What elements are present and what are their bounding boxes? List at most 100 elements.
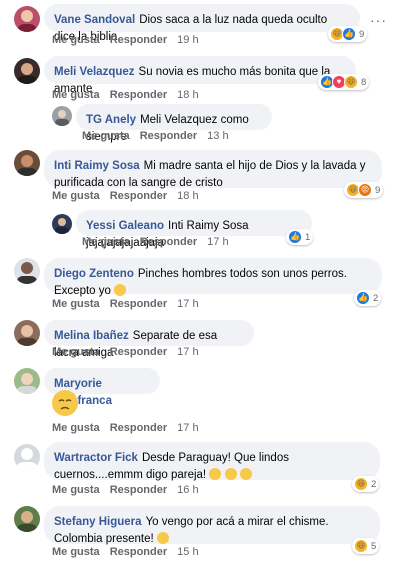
reactions-badge[interactable]: 👍 2: [354, 290, 382, 306]
avatar[interactable]: [52, 214, 72, 234]
comment-author[interactable]: Yessi Galeano: [86, 220, 164, 232]
comment-actions: Me gusta Responder 18 h: [52, 190, 209, 202]
reply-tg-anely: TG Anely Meli Velazquez como siempre Me g…: [0, 102, 400, 146]
reply-button[interactable]: Responder: [110, 422, 167, 434]
comment-actions: Me gusta Responder 17 h: [52, 298, 209, 310]
comment-bubble: TG Anely Meli Velazquez como siempre: [76, 104, 272, 143]
flexed-arm-emoji-icon: [240, 468, 253, 480]
avatar[interactable]: [14, 444, 40, 470]
comment-meli-velazquez: Meli Velazquez Su novia es mucho más boni…: [0, 54, 400, 104]
comment-author[interactable]: Wartractor Fick: [54, 452, 138, 464]
comment-bubble: Melina Ibañez Separate de esa lacra amiga: [44, 320, 254, 359]
reply-button[interactable]: Responder: [110, 89, 167, 101]
timestamp[interactable]: 18 h: [177, 89, 198, 101]
comment-author[interactable]: Stefany Higuera: [54, 516, 142, 528]
comment-bubble: Wartractor Fick Desde Paraguay! Que lindo…: [44, 442, 380, 481]
comment-actions: Me gusta Responder 19 h: [52, 34, 209, 46]
reaction-count: 1: [305, 231, 311, 243]
reply-button[interactable]: Responder: [110, 484, 167, 496]
reaction-count: 2: [371, 478, 377, 490]
like-icon: 👍: [356, 291, 370, 305]
comment-author[interactable]: TG Anely: [86, 114, 136, 126]
comment-maryorie-villafranca: Maryorie Villafranca Me gusta Responder 17…: [0, 366, 400, 436]
comment-actions: Me gusta Responder 18 h: [52, 89, 209, 101]
avatar[interactable]: [14, 506, 40, 532]
reactions-badge[interactable]: 😆 2: [352, 476, 380, 492]
comment-actions: Me gusta Responder 17 h: [52, 346, 209, 358]
reply-button[interactable]: Responder: [140, 236, 197, 248]
reply-button[interactable]: Responder: [110, 298, 167, 310]
like-button[interactable]: Me gusta: [82, 236, 130, 248]
avatar[interactable]: [14, 368, 40, 394]
comment-author[interactable]: Inti Raimy Sosa: [54, 160, 140, 172]
comment-melina-ibanez: Melina Ibañez Separate de esa lacra amiga…: [0, 318, 400, 364]
haha-icon: 😆: [344, 75, 358, 89]
comment-actions: Me gusta Responder 13 h: [82, 130, 239, 142]
avatar[interactable]: [14, 258, 40, 284]
like-button[interactable]: Me gusta: [52, 34, 100, 46]
timestamp[interactable]: 17 h: [177, 422, 198, 434]
reply-yessi-galeano: Yessi Galeano Inti Raimy Sosa jajajajajaj…: [0, 208, 400, 252]
ok-hand-emoji-icon: [224, 468, 237, 480]
reactions-badge[interactable]: 👍 ♥ 😆 8: [318, 74, 370, 90]
avatar[interactable]: [14, 320, 40, 346]
comment-author[interactable]: Melina Ibañez: [54, 330, 129, 342]
angry-icon: 😡: [358, 183, 372, 197]
timestamp[interactable]: 17 h: [177, 346, 198, 358]
reactions-badge[interactable]: 😆 😡 9: [344, 182, 384, 198]
comment-author[interactable]: Diego Zenteno: [54, 268, 134, 280]
reaction-count: 9: [359, 28, 365, 40]
timestamp[interactable]: 18 h: [177, 190, 198, 202]
avatar[interactable]: [14, 58, 40, 84]
like-button[interactable]: Me gusta: [52, 346, 100, 358]
comment-bubble: Inti Raimy Sosa Mi madre santa el hijo de…: [44, 150, 382, 189]
laughing-emoji-icon: [209, 468, 222, 480]
reply-button[interactable]: Responder: [110, 34, 167, 46]
comment-stefany-higuera: Stefany Higuera Yo vengo por acá a mirar …: [0, 504, 400, 570]
like-button[interactable]: Me gusta: [52, 484, 100, 496]
reactions-badge[interactable]: 👍 1: [286, 229, 314, 245]
reply-button[interactable]: Responder: [110, 190, 167, 202]
grimacing-emoji-icon: [157, 532, 170, 544]
timestamp[interactable]: 17 h: [177, 298, 198, 310]
smile-emoji-icon: [114, 284, 127, 296]
like-button[interactable]: Me gusta: [82, 130, 130, 142]
haha-icon: 😆: [354, 477, 368, 491]
comment-bubble: Vane Sandoval Dios saca a la luz nada que…: [44, 4, 360, 43]
reply-button[interactable]: Responder: [110, 346, 167, 358]
reply-button[interactable]: Responder: [110, 546, 167, 558]
like-button[interactable]: Me gusta: [52, 89, 100, 101]
avatar[interactable]: [52, 106, 72, 126]
comment-inti-raimy-sosa: Inti Raimy Sosa Mi madre santa el hijo de…: [0, 148, 400, 206]
timestamp[interactable]: 17 h: [207, 236, 228, 248]
timestamp[interactable]: 16 h: [177, 484, 198, 496]
like-icon: 👍: [342, 27, 356, 41]
reaction-count: 9: [375, 184, 381, 196]
like-button[interactable]: Me gusta: [52, 422, 100, 434]
comment-bubble: Diego Zenteno Pinches hombres todos son u…: [44, 258, 382, 297]
reaction-count: 8: [361, 76, 367, 88]
haha-icon: 😆: [354, 539, 368, 553]
comment-actions: Me gusta Responder 15 h: [52, 546, 209, 558]
comment-vane-sandoval: Vane Sandoval Dios saca a la luz nada que…: [0, 0, 400, 50]
reply-button[interactable]: Responder: [140, 130, 197, 142]
reactions-badge[interactable]: 😆 👍 9: [328, 26, 368, 42]
comment-author[interactable]: Meli Velazquez: [54, 66, 135, 78]
comment-wartractor-fick: Wartractor Fick Desde Paraguay! Que lindo…: [0, 440, 400, 498]
avatar[interactable]: [14, 6, 40, 32]
timestamp[interactable]: 13 h: [207, 130, 228, 142]
timestamp[interactable]: 15 h: [177, 546, 198, 558]
timestamp[interactable]: 19 h: [177, 34, 198, 46]
like-button[interactable]: Me gusta: [52, 546, 100, 558]
more-options-icon[interactable]: ···: [370, 12, 387, 28]
like-button[interactable]: Me gusta: [52, 190, 100, 202]
avatar[interactable]: [14, 150, 40, 176]
reactions-badge[interactable]: 😆 5: [352, 538, 380, 554]
comment-author[interactable]: Vane Sandoval: [54, 14, 135, 26]
comment-actions: Me gusta Responder 16 h: [52, 484, 209, 496]
comment-actions: Me gusta Responder 17 h: [82, 236, 239, 248]
pensive-emoji-icon: [52, 390, 78, 416]
reaction-count: 2: [373, 292, 379, 304]
like-icon: 👍: [288, 230, 302, 244]
like-button[interactable]: Me gusta: [52, 298, 100, 310]
